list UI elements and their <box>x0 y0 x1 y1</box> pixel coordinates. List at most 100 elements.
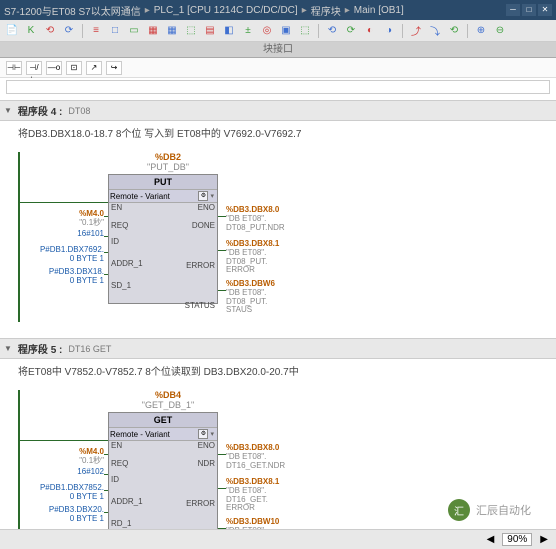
ladder-tool-5[interactable]: ↪ <box>106 61 122 75</box>
block-instance-header: %DB2 "PUT_DB" <box>128 152 208 172</box>
ladder-tool-1[interactable]: ⊣/⊢ <box>26 61 42 75</box>
toolbar-button-2[interactable]: ⟲ <box>42 23 58 39</box>
zoom-level[interactable]: 90% <box>502 533 532 546</box>
network-header[interactable]: ▼ 程序段 4 : DT08 <box>0 100 556 121</box>
toolbar-button-28[interactable]: ⊖ <box>492 23 508 39</box>
signal-addr_1[interactable]: P#DB1.DBX7852.0 BYTE 1 <box>40 484 104 502</box>
toolbar-button-20[interactable]: ◐ <box>362 23 378 39</box>
signal-addr_1[interactable]: P#DB1.DBX7692.0 BYTE 1 <box>40 246 104 264</box>
network-db: DT08 <box>68 106 90 116</box>
collapse-icon[interactable]: ▼ <box>4 344 12 353</box>
function-block[interactable]: GET Remote - Variant ⚙ ▾ ENREQIDADDR_1RD… <box>108 412 218 529</box>
signal-output[interactable]: %DB3.DBW6"DB ET08".DT08_PUT.STAUS <box>226 280 275 315</box>
pin-addr_1[interactable]: ADDR_1 <box>111 259 143 268</box>
pin-en[interactable]: EN <box>111 203 122 212</box>
breadcrumb-1[interactable]: PLC_1 [CPU 1214C DC/DC/DC] <box>154 5 298 16</box>
toolbar-button-0[interactable]: 📄 <box>4 23 20 39</box>
ladder-tool-0[interactable]: ⊣⊢ <box>6 61 22 75</box>
toolbar-button-27[interactable]: ⊕ <box>473 23 489 39</box>
block-config-icon[interactable]: ⚙ <box>198 429 208 439</box>
block-config-icon[interactable]: ⚙ <box>198 191 208 201</box>
breadcrumb-3[interactable]: Main [OB1] <box>354 5 404 16</box>
pin-rd_1[interactable]: RD_1 <box>111 519 131 528</box>
block-instance-header: %DB4 "GET_DB_1" <box>128 390 208 410</box>
breadcrumb-2[interactable]: 程序块 <box>311 3 341 18</box>
pin-error[interactable]: ERROR <box>186 499 215 508</box>
pin-eno[interactable]: ENO <box>198 441 215 450</box>
ladder-tool-3[interactable]: ⊡ <box>66 61 82 75</box>
toolbar-button-14[interactable]: ◎ <box>259 23 275 39</box>
toolbar-button-16[interactable]: ⬚ <box>297 23 313 39</box>
close-button[interactable]: ✕ <box>538 4 552 16</box>
ladder-tool-4[interactable]: ↗ <box>86 61 102 75</box>
signal-req[interactable]: %M4.0"0.1秒" <box>79 210 104 228</box>
toolbar-button-21[interactable]: ◑ <box>381 23 397 39</box>
toolbar-button-6[interactable]: □ <box>107 23 123 39</box>
pin-done[interactable]: DONE <box>192 221 215 230</box>
maximize-button[interactable]: □ <box>522 4 536 16</box>
pin-sd_1[interactable]: SD_1 <box>111 281 131 290</box>
block-title: PUT <box>109 175 217 190</box>
pin-req[interactable]: REQ <box>111 221 128 230</box>
toolbar-button-3[interactable]: ⟳ <box>61 23 77 39</box>
pin-addr_1[interactable]: ADDR_1 <box>111 497 143 506</box>
nav-right-icon[interactable]: ▶ <box>540 534 548 545</box>
pin-ndr[interactable]: NDR <box>198 459 215 468</box>
toolbar-button-11[interactable]: ▤ <box>202 23 218 39</box>
editor-area[interactable]: ▼ 程序段 4 : DT08将DB3.DBX18.0-18.7 8个位 写入到 … <box>0 78 556 529</box>
signal-output[interactable]: %DB3.DBX8.1"DB ET08".DT16_GET.ERROR <box>226 478 279 513</box>
signal-id[interactable]: 16#102 <box>77 468 104 477</box>
network-header[interactable]: ▼ 程序段 5 : DT16 GET <box>0 338 556 359</box>
ladder-tool-2[interactable]: —o— <box>46 61 62 75</box>
signal-id[interactable]: 16#101 <box>77 230 104 239</box>
pin-error[interactable]: ERROR <box>186 261 215 270</box>
signal-sd_1[interactable]: P#DB3.DBX18.0 BYTE 1 <box>49 268 104 286</box>
minimize-button[interactable]: ─ <box>506 4 520 16</box>
toolbar-button-10[interactable]: ⬚ <box>183 23 199 39</box>
signal-req[interactable]: %M4.0"0.1秒" <box>79 448 104 466</box>
toolbar-button-9[interactable]: ▦ <box>164 23 180 39</box>
toolbar-button-12[interactable]: ◧ <box>221 23 237 39</box>
toolbar-button-7[interactable]: ▭ <box>126 23 142 39</box>
chevron-right-icon: ▸ <box>345 5 350 16</box>
ladder-diagram[interactable]: %DB2 "PUT_DB"PUT Remote - Variant ⚙ ▾ EN… <box>18 152 538 322</box>
toolbar-button-24[interactable]: ⤵ <box>427 23 443 39</box>
dropdown-icon[interactable]: ▾ <box>210 192 214 200</box>
network-comment[interactable]: 将ET08中 V7852.0-V7852.7 8个位读取到 DB3.DBX20.… <box>0 359 556 382</box>
chevron-right-icon: ▸ <box>145 5 150 16</box>
block-interface-tab[interactable]: 块接口 <box>0 42 556 58</box>
pin-id[interactable]: ID <box>111 237 119 246</box>
pin-status[interactable]: STATUS <box>185 301 215 310</box>
toolbar-button-19[interactable]: ⟳ <box>343 23 359 39</box>
signal-output[interactable]: %DB3.DBX8.0"DB ET08".DT08_PUT.NDR <box>226 206 285 232</box>
expression-input[interactable] <box>6 80 550 94</box>
breadcrumb-0[interactable]: S7-1200与ET08 S7以太网通信 <box>4 3 141 18</box>
ladder-toolbar: ⊣⊢ ⊣/⊢ —o— ⊡ ↗ ↪ <box>0 58 556 78</box>
nav-left-icon[interactable]: ◀ <box>487 534 495 545</box>
toolbar-separator <box>318 24 319 38</box>
signal-output[interactable]: %DB3.DBW10"DB ET08".DT16_GET.STAUS <box>226 518 279 529</box>
toolbar-button-25[interactable]: ⟲ <box>446 23 462 39</box>
toolbar-button-15[interactable]: ▣ <box>278 23 294 39</box>
pin-en[interactable]: EN <box>111 441 122 450</box>
toolbar-button-13[interactable]: ± <box>240 23 256 39</box>
network-comment[interactable]: 将DB3.DBX18.0-18.7 8个位 写入到 ET08中的 V7692.0… <box>0 121 556 144</box>
function-block[interactable]: PUT Remote - Variant ⚙ ▾ EN REQ ID ADDR_1 SD… <box>108 174 218 304</box>
signal-output[interactable]: %DB3.DBX8.0"DB ET08".DT16_GET.NDR <box>226 444 285 470</box>
block-subtitle: Remote - Variant ⚙ ▾ <box>109 190 217 203</box>
toolbar-button-23[interactable]: ⤴ <box>408 23 424 39</box>
toolbar-button-1[interactable]: K <box>23 23 39 39</box>
pin-id[interactable]: ID <box>111 475 119 484</box>
wire <box>104 490 108 491</box>
toolbar-button-8[interactable]: ▦ <box>145 23 161 39</box>
toolbar-button-5[interactable]: ≡ <box>88 23 104 39</box>
pin-req[interactable]: REQ <box>111 459 128 468</box>
signal-output[interactable]: %DB3.DBX8.1"DB ET08".DT08_PUT.ERROR <box>226 240 279 275</box>
wire <box>104 474 108 475</box>
signal-rd_1[interactable]: P#DB3.DBX20.0 BYTE 1 <box>49 506 104 524</box>
db-tag: %DB2 <box>128 152 208 162</box>
dropdown-icon[interactable]: ▾ <box>210 430 214 438</box>
toolbar-button-18[interactable]: ⟲ <box>324 23 340 39</box>
pin-eno[interactable]: ENO <box>198 203 215 212</box>
collapse-icon[interactable]: ▼ <box>4 106 12 115</box>
